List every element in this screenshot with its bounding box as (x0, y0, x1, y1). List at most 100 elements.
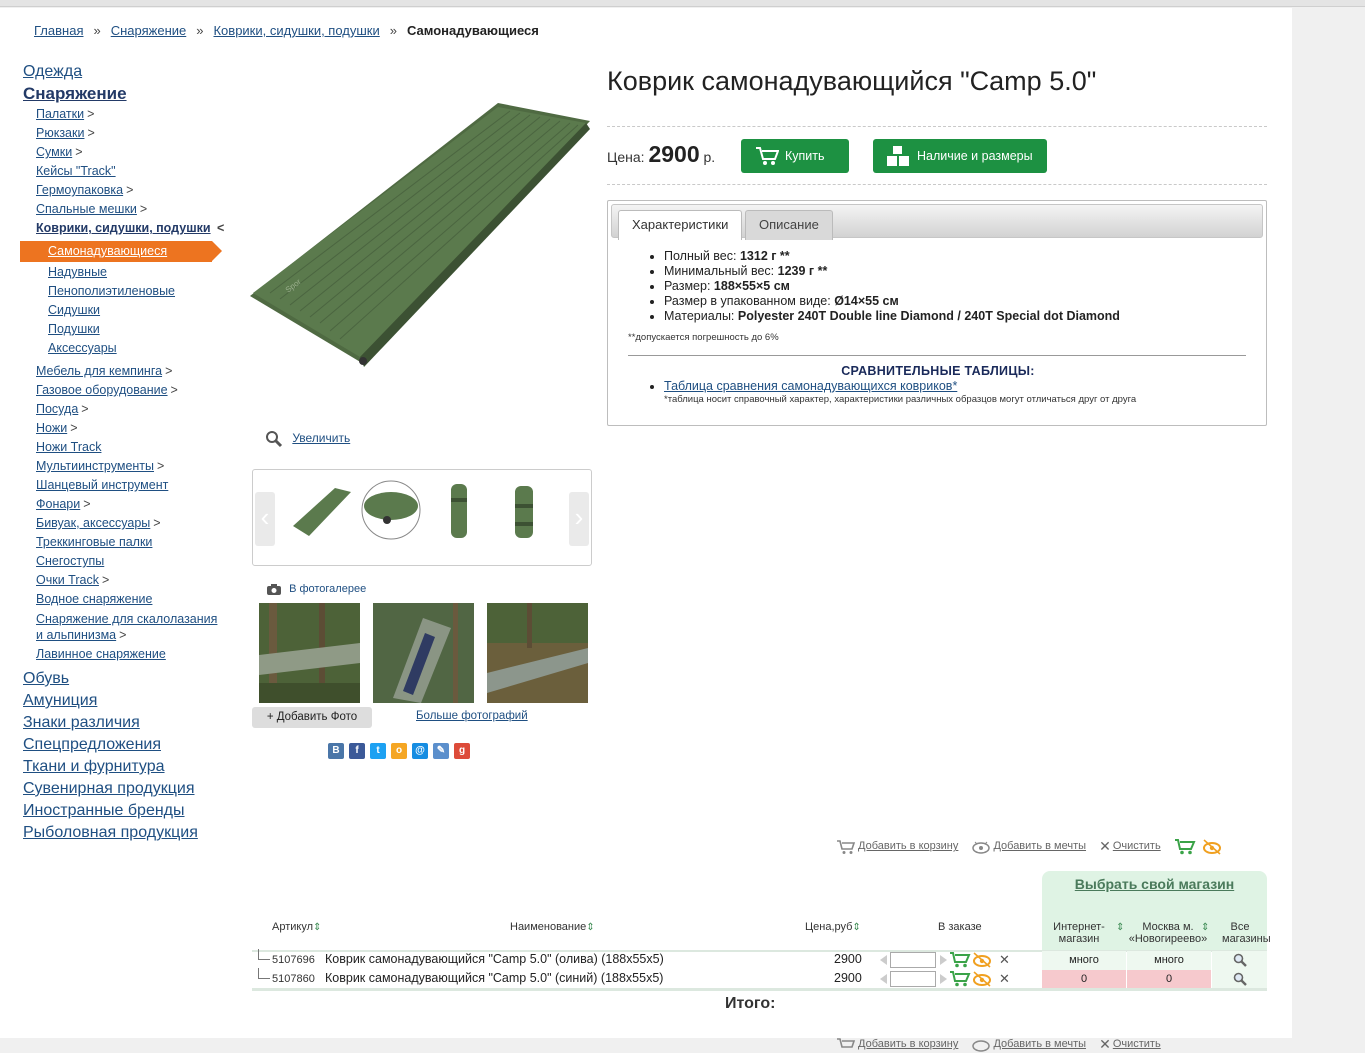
add-to-cart-link[interactable]: Добавить в корзину (858, 1038, 958, 1050)
add-to-cart-link[interactable]: Добавить в корзину (858, 840, 958, 852)
qty-increase-arrow[interactable] (940, 974, 947, 984)
qty-decrease-arrow[interactable] (880, 974, 887, 984)
product-main-image[interactable]: Spor (250, 93, 595, 373)
sidebar-sub-label[interactable]: Шанцевый инструмент (36, 478, 168, 492)
col-name[interactable]: Наименование⇕ (510, 921, 595, 933)
sidebar-sub-label[interactable]: Посуда (36, 402, 78, 416)
sidebar-subsub-current[interactable]: Самонадувающиеся (20, 241, 222, 262)
buy-button[interactable]: Купить (741, 139, 849, 173)
sidebar-subsub-item[interactable]: Аксессуары (20, 339, 225, 358)
sidebar-sub-label[interactable]: Кейсы "Track" (36, 164, 116, 178)
sidebar-sub-label[interactable]: Очки Track (36, 573, 99, 587)
sidebar-subsub-label[interactable]: Сидушки (48, 303, 100, 317)
carousel-next-button[interactable]: › (569, 492, 589, 546)
gallery-photo-1[interactable] (259, 603, 360, 703)
thumbnail-4[interactable] (499, 478, 563, 542)
sidebar-sub-item[interactable]: Газовое оборудование > (20, 381, 225, 400)
mailru-share-icon[interactable]: @ (412, 743, 428, 759)
breadcrumb-gear[interactable]: Снаряжение (111, 23, 187, 38)
sidebar-sub-item[interactable]: Ножи > (20, 419, 225, 438)
add-to-dream-link[interactable]: Добавить в мечты (993, 1038, 1086, 1050)
col-price[interactable]: Цена,руб⇕ (805, 921, 861, 933)
googleplus-share-icon[interactable]: g (454, 743, 470, 759)
sidebar-sub-item[interactable]: Водное снаряжение (20, 590, 225, 609)
clear-link[interactable]: Очистить (1113, 840, 1161, 852)
sidebar-sub-item[interactable]: Гермоупаковка > (20, 181, 225, 200)
sidebar-subsub-item[interactable]: Сидушки (20, 301, 225, 320)
sidebar-sub-item[interactable]: Палатки > (20, 105, 225, 124)
add-to-dream-link[interactable]: Добавить в мечты (993, 840, 1086, 852)
sort-icon[interactable]: ⇕ (1116, 921, 1124, 933)
sidebar-sub-item[interactable]: Ножи Track (20, 438, 225, 457)
thumbnail-3[interactable] (429, 478, 493, 542)
cart-green-icon[interactable] (1174, 838, 1196, 855)
sidebar-cat-item[interactable]: Спецпредложения (20, 734, 225, 756)
sidebar-sub-item[interactable]: Снаряжение для скалолазания и альпинизма… (20, 611, 225, 643)
odnoklassniki-share-icon[interactable]: о (391, 743, 407, 759)
sidebar-sub-label[interactable]: Гермоупаковка (36, 183, 123, 197)
livejournal-share-icon[interactable]: ✎ (433, 743, 449, 759)
sidebar-sub-item[interactable]: Треккинговые палки (20, 533, 225, 552)
sidebar-cat-item[interactable]: Знаки различия (20, 712, 225, 734)
sidebar-sub-label[interactable]: Бивуак, аксессуары (36, 516, 150, 530)
sidebar-sub-label[interactable]: Снегоступы (36, 554, 104, 568)
sidebar-sub-mats-label[interactable]: Коврики, сидушки, подушки (36, 221, 211, 235)
sidebar-sub-label[interactable]: Сумки (36, 145, 72, 159)
dream-orange-icon[interactable] (1201, 838, 1223, 855)
sidebar-sub-item[interactable]: Снегоступы (20, 552, 225, 571)
zoom-control[interactable]: Увеличить (265, 430, 350, 448)
all-stores-lookup[interactable] (1212, 970, 1267, 989)
carousel-prev-button[interactable]: ‹ (255, 492, 275, 546)
sidebar-sub-item[interactable]: Посуда > (20, 400, 225, 419)
sidebar-sub-item[interactable]: Лавинное снаряжение (20, 645, 225, 664)
remove-x-icon[interactable]: ✕ (999, 971, 1010, 986)
qty-input[interactable] (890, 971, 936, 987)
sidebar-cat-item[interactable]: Ткани и фурнитура (20, 756, 225, 778)
sidebar-sub-label[interactable]: Снаряжение для скалолазания и альпинизма (36, 612, 217, 642)
sidebar-cat-gear[interactable]: Снаряжение (20, 83, 225, 105)
sidebar-sub-item[interactable]: Фонари > (20, 495, 225, 514)
sidebar-cat-clothing[interactable]: Одежда (20, 61, 225, 83)
col-internet[interactable]: Интернет-магазин (1048, 921, 1110, 945)
qty-input[interactable] (890, 952, 936, 968)
sidebar-cat-item[interactable]: Амуниция (20, 690, 225, 712)
gallery-photo-2[interactable] (373, 603, 474, 703)
compare-table-link[interactable]: Таблица сравнения самонадувающихся коври… (664, 379, 957, 393)
sidebar-cat-item[interactable]: Рыболовная продукция (20, 822, 225, 844)
cart-green-icon[interactable] (949, 951, 971, 968)
sidebar-sub-item[interactable]: Спальные мешки > (20, 200, 225, 219)
dream-orange-icon[interactable] (971, 970, 993, 987)
sidebar-subsub-label[interactable]: Самонадувающиеся (48, 244, 167, 258)
sidebar-sub-item[interactable]: Кейсы "Track" (20, 162, 225, 181)
sidebar-subsub-label[interactable]: Пенополиэтиленовые (48, 284, 175, 298)
sidebar-sub-label[interactable]: Мебель для кемпинга (36, 364, 162, 378)
sidebar-cat-item[interactable]: Иностранные бренды (20, 800, 225, 822)
availability-button[interactable]: Наличие и размеры (873, 139, 1047, 173)
sidebar-sub-item[interactable]: Мебель для кемпинга > (20, 362, 225, 381)
tab-characteristics[interactable]: Характеристики (618, 210, 743, 240)
sidebar-sub-label[interactable]: Мультиинструменты (36, 459, 154, 473)
zoom-link[interactable]: Увеличить (292, 431, 350, 445)
sidebar-sub-item[interactable]: Рюкзаки > (20, 124, 225, 143)
sidebar-sub-label[interactable]: Ножи Track (36, 440, 101, 454)
gallery-photo-3[interactable] (487, 603, 588, 703)
sidebar-subsub-item[interactable]: Подушки (20, 320, 225, 339)
sidebar-sub-label[interactable]: Палатки (36, 107, 84, 121)
qty-increase-arrow[interactable] (940, 955, 947, 965)
sidebar-sub-label[interactable]: Фонари (36, 497, 80, 511)
thumbnail-1[interactable] (289, 478, 353, 542)
sidebar-subsub-label[interactable]: Надувные (48, 265, 107, 279)
breadcrumb-mats[interactable]: Коврики, сидушки, подушки (213, 23, 379, 38)
breadcrumb-home[interactable]: Главная (34, 23, 83, 38)
add-photo-button[interactable]: + Добавить Фото (252, 707, 372, 728)
clear-link[interactable]: Очистить (1113, 1038, 1161, 1050)
vk-share-icon[interactable]: В (328, 743, 344, 759)
qty-decrease-arrow[interactable] (880, 955, 887, 965)
sidebar-sub-label[interactable]: Лавинное снаряжение (36, 647, 166, 661)
sidebar-subsub-label[interactable]: Аксессуары (48, 341, 117, 355)
sidebar-sub-item[interactable]: Сумки > (20, 143, 225, 162)
facebook-share-icon[interactable]: f (349, 743, 365, 759)
sidebar-sub-label[interactable]: Ножи (36, 421, 67, 435)
sort-icon[interactable]: ⇕ (1201, 921, 1209, 933)
sidebar-cat-item[interactable]: Обувь (20, 668, 225, 690)
